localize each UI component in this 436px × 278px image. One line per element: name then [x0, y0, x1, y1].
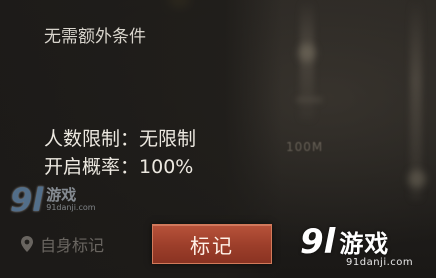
open-probability-label: 开启概率： [44, 156, 140, 178]
open-probability-row: 开启概率：100% [44, 152, 193, 179]
player-limit-label: 人数限制： [44, 128, 140, 150]
mark-button[interactable]: 标记 [152, 224, 272, 264]
player-limit-row: 人数限制：无限制 [44, 124, 196, 151]
watermark-logo: 9l [10, 181, 44, 219]
map-marker [408, 170, 426, 188]
open-probability-value: 100% [139, 156, 194, 178]
watermark-large: 9l 游戏 91danji.com [300, 221, 414, 269]
map-marker [298, 44, 316, 62]
map-road [296, 96, 322, 104]
watermark-brand: 游戏 [339, 230, 390, 258]
map-pin-icon [20, 235, 34, 253]
condition-text: 无需额外条件 [44, 27, 146, 47]
player-limit-value: 无限制 [139, 128, 197, 150]
watermark-domain: 91danji.com [46, 202, 96, 212]
map-scale-label: 100M [286, 140, 324, 154]
watermark-small: 9l 游戏 91danji.com [10, 184, 96, 216]
watermark-logo: 9l [300, 221, 336, 262]
self-mark-option[interactable]: 自身标记 [20, 232, 104, 256]
watermark-brand: 游戏 [46, 186, 77, 205]
game-screen: 100M 无需额外条件 人数限制：无限制 开启概率：100% 9l 游戏 91d… [0, 0, 436, 278]
self-mark-label: 自身标记 [40, 236, 105, 255]
watermark-domain: 91danji.com [346, 257, 414, 268]
